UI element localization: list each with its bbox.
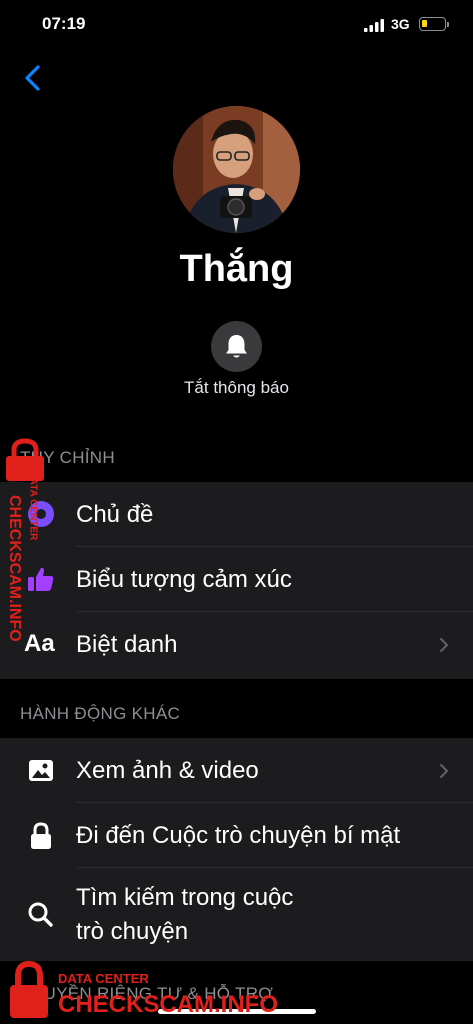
menu-item-theme[interactable]: Chủ đề: [0, 482, 473, 547]
status-time: 07:19: [42, 14, 86, 33]
watermark-bottom-small: DATA CENTER: [58, 971, 149, 986]
thumbs-up-icon: [28, 567, 54, 591]
menu-item-emoji[interactable]: Biểu tượng cảm xúc: [0, 547, 473, 612]
search-icon: [28, 902, 53, 927]
chevron-right-icon: [440, 638, 449, 652]
font-aa-icon: Aa: [24, 630, 55, 657]
menu-item-emoji-label: Biểu tượng cảm xúc: [76, 566, 292, 593]
bell-icon: [226, 335, 247, 358]
image-icon: [29, 760, 53, 781]
battery-icon: [419, 17, 449, 31]
section-header-more-actions: HÀNH ĐỘNG KHÁC: [20, 704, 181, 723]
menu-item-theme-label: Chủ đề: [76, 501, 154, 528]
chevron-right-icon: [440, 764, 449, 778]
menu-item-search-label-line2: trò chuyện: [76, 918, 189, 945]
mute-notifications-button[interactable]: [211, 321, 262, 372]
signal-icon: [364, 19, 384, 32]
menu-item-search-conversation[interactable]: Tìm kiếm trong cuộc trò chuyện: [0, 868, 473, 961]
menu-item-media-label: Xem ảnh & video: [76, 757, 259, 784]
watermark-side-text: CHECKSCAM.INFO: [6, 495, 23, 642]
customize-group: Chủ đề Biểu tượng cảm xúc Aa Biệt danh: [0, 482, 473, 679]
lock-icon: [31, 822, 51, 849]
avatar-photo: [173, 106, 300, 233]
menu-item-nickname-label: Biệt danh: [76, 631, 178, 658]
profile-name: Thắng: [179, 248, 294, 290]
watermark-bottom-lock-icon: [10, 960, 48, 1018]
more-actions-group: Xem ảnh & video Đi đến Cuộc trò chuyện b…: [0, 738, 473, 961]
menu-item-nickname[interactable]: Aa Biệt danh: [0, 612, 473, 677]
menu-item-search-label-line1: Tìm kiếm trong cuộc: [76, 884, 294, 911]
avatar[interactable]: [173, 106, 300, 233]
menu-item-media[interactable]: Xem ảnh & video: [0, 738, 473, 803]
menu-item-secret-chat[interactable]: Đi đến Cuộc trò chuyện bí mật: [0, 803, 473, 868]
mute-notifications-label[interactable]: Tắt thông báo: [0, 378, 473, 398]
network-type: 3G: [391, 16, 410, 32]
back-chevron-icon[interactable]: [20, 62, 46, 94]
watermark-lock-icon: [6, 438, 44, 481]
menu-item-secret-chat-label: Đi đến Cuộc trò chuyện bí mật: [76, 822, 401, 849]
watermark-small-text: DATA CENTER: [27, 470, 39, 541]
watermark-bottom-big: CHECKSCAM.INFO: [58, 991, 278, 1018]
